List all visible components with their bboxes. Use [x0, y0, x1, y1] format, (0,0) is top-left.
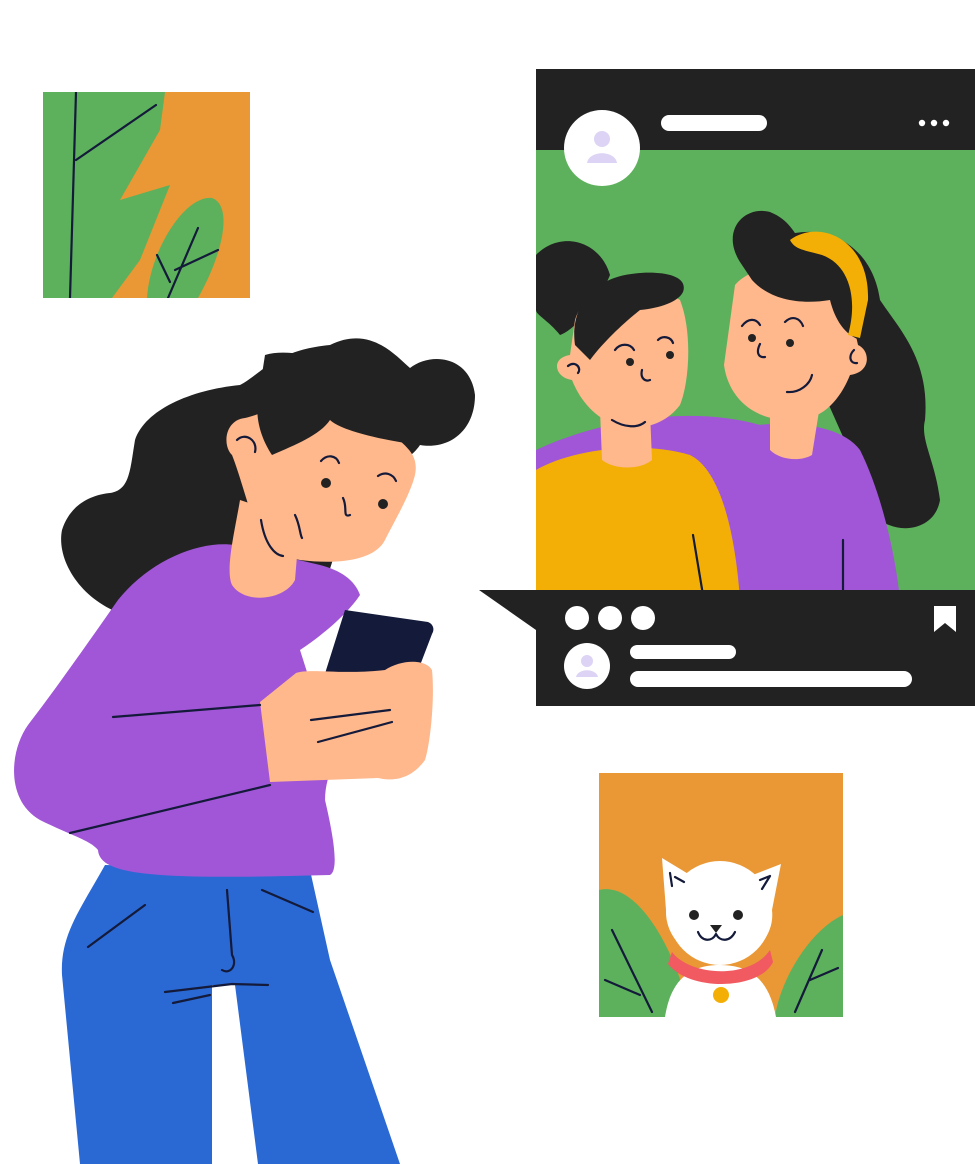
- commenter-avatar-icon[interactable]: [564, 643, 610, 689]
- social-media-illustration: [14, 69, 975, 1164]
- leaf-picture-card: [43, 92, 250, 298]
- comment-author-placeholder: [630, 645, 736, 659]
- cat-bell: [713, 987, 729, 1003]
- cat-picture-card: [599, 773, 843, 1017]
- more-options-icon[interactable]: [918, 119, 950, 127]
- reaction-dots-icon[interactable]: [565, 606, 655, 630]
- woman-with-phone: [14, 338, 476, 1164]
- social-post-card: [479, 69, 975, 706]
- post-username-placeholder: [661, 115, 767, 131]
- avatar-icon[interactable]: [564, 110, 640, 186]
- comment-text-placeholder: [630, 671, 912, 687]
